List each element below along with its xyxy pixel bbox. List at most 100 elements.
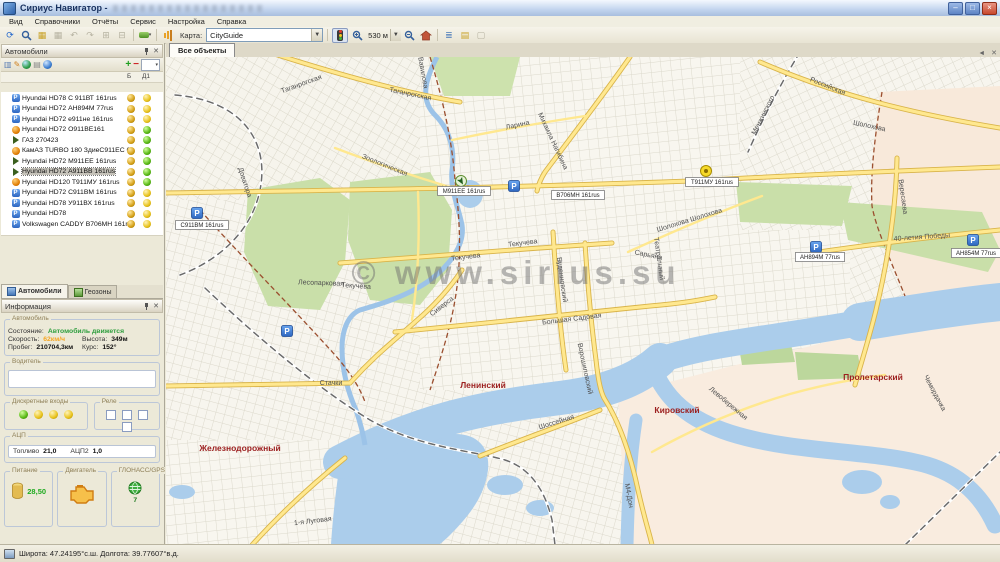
park-north (430, 57, 520, 96)
zoom-out-icon[interactable] (403, 29, 417, 42)
tab-close-icon[interactable]: ✕ (988, 49, 1000, 57)
speed-label: Скорость: (8, 336, 39, 343)
city-map[interactable]: ТаганрогскаяТаганрогскаяВавиловаЛаринаМи… (166, 57, 1000, 545)
window-title: Сириус Навигатор - (20, 3, 107, 13)
parking-marker[interactable]: P (282, 326, 293, 337)
menu-item[interactable]: Настройка (163, 17, 210, 26)
tab-scroll-left-icon[interactable]: ◄ (975, 50, 988, 57)
status-led (143, 105, 151, 113)
card-icon[interactable]: ▤ (33, 60, 41, 70)
chart-icon[interactable] (161, 29, 175, 42)
zoom-scale-select[interactable]: 530 м ▼ (366, 29, 401, 41)
sort-icon[interactable]: ▥ (4, 60, 12, 70)
vehicle-row[interactable]: PHyundai HD72 АН894М 77rus (1, 104, 163, 115)
remove-vehicle-button[interactable]: − (133, 59, 139, 70)
parked-icon: P (11, 220, 20, 229)
home-icon[interactable] (419, 29, 433, 42)
power-group: Питание 28,50 (4, 471, 53, 527)
traffic-light-toggle[interactable] (332, 28, 348, 43)
vehicle-plate-label[interactable]: Т911МУ 161rus (686, 178, 739, 187)
parking-marker[interactable]: P (968, 235, 979, 246)
vehicle-row[interactable]: ГАЗ 270423 (1, 135, 163, 146)
status-led (143, 178, 151, 186)
vehicles-panel-header: Автомобили ✕ (1, 44, 163, 58)
parked-icon: P (11, 209, 20, 218)
pin-icon[interactable] (142, 302, 150, 310)
parking-marker[interactable]: P (811, 242, 822, 253)
power-value: 28,50 (27, 487, 46, 496)
vehicle-label: Hyundai HD120 Т911МУ 161rus (22, 179, 120, 186)
map-tab-all-objects[interactable]: Все объекты (169, 43, 235, 57)
pin-icon[interactable] (142, 47, 150, 55)
vehicle-plate-label[interactable]: В706МН 161rus (552, 191, 605, 200)
vehicle-row[interactable]: PHyundai HD78 С 911ВТ 161rus (1, 93, 163, 104)
chevron-down-icon[interactable]: ▼ (390, 29, 401, 41)
relay-checkbox[interactable] (106, 410, 116, 420)
vehicle-row[interactable]: Hyundai HD72 О911ВЕ161 (1, 125, 163, 136)
title-redacted (113, 5, 263, 12)
svg-text:P: P (511, 182, 517, 191)
chevron-down-icon[interactable]: ▼ (311, 29, 322, 41)
vehicle-row[interactable]: PHyundai HD72 С911ВМ 161rus (1, 188, 163, 199)
battery-led (127, 210, 135, 218)
vehicle-row[interactable]: Hyundai HD120 Т911МУ 161rus (1, 177, 163, 188)
map-select[interactable]: CityGuide ▼ (206, 28, 323, 42)
notes-icon[interactable]: ▤ (458, 29, 472, 42)
idle-vehicle-marker[interactable] (701, 166, 712, 177)
globe2-icon[interactable] (43, 60, 52, 69)
edit-track-icon[interactable]: ▦ (35, 29, 49, 42)
maximize-button[interactable]: □ (965, 2, 980, 15)
vehicle-label: Hyundai HD78 (22, 210, 66, 217)
menu-item[interactable]: Сервис (125, 17, 161, 26)
close-panel-icon[interactable]: ✕ (153, 47, 159, 55)
sidebar: Автомобили ✕ ▥ ✎ ▤ + − ▾ Б Д1 PHyundai H… (0, 43, 165, 545)
tab-vehicles[interactable]: Автомобили (1, 284, 68, 298)
battery-led (127, 189, 135, 197)
battery-led (127, 105, 135, 113)
vehicle-row[interactable]: PVolkswagen CADDY В706МН 161rus (1, 219, 163, 230)
vehicle-label: Hyundai HD72 М911ЕЕ 161rus (22, 158, 116, 165)
fuel-value: 21,0 (43, 448, 56, 455)
vehicle-row[interactable]: PHyundai HD78 (1, 209, 163, 220)
minimize-button[interactable]: – (948, 2, 963, 15)
disabled-icon: ▢ (474, 29, 488, 42)
vehicle-row[interactable]: Hyundai HD72 М911ЕЕ 161rus (1, 156, 163, 167)
zoom-in-icon[interactable] (350, 29, 364, 42)
parking-marker[interactable]: P (509, 181, 520, 192)
refresh-icon[interactable]: ⟳ (3, 29, 17, 42)
menu-item[interactable]: Справочники (30, 17, 85, 26)
course-label: Курс: (82, 344, 98, 351)
vehicles-toolbar: ▥ ✎ ▤ + − ▾ (1, 58, 163, 72)
list-icon[interactable]: ≣ (442, 29, 456, 42)
relay-checkbox[interactable] (138, 410, 148, 420)
vehicle-row[interactable]: PHyundai HD72 е911не 161rus (1, 114, 163, 125)
menu-item[interactable]: Отчёты (87, 17, 123, 26)
tab-geozones[interactable]: Геозоны (68, 285, 118, 298)
status-led (143, 189, 151, 197)
vehicle-menu-icon[interactable]: ▾ (138, 29, 152, 42)
vehicle-label: Hyundai HD78 С 911ВТ 161rus (22, 95, 117, 102)
filter-dropdown[interactable]: ▾ (141, 59, 160, 71)
main-toolbar: ⟳ ▦ ▦ ↶ ↷ ⊞ ⊟ ▾ Карта: CityGuide ▼ 530 м… (0, 27, 1000, 44)
vehicle-plate-label[interactable]: АН894М 77rus (795, 253, 844, 262)
parking-marker[interactable]: P (192, 208, 203, 219)
relay-checkbox[interactable] (122, 422, 132, 432)
edit-icon[interactable]: ✎ (14, 60, 21, 70)
vehicle-row[interactable]: PHyundai HD78 У911ВХ 161rus (1, 198, 163, 209)
search-icon[interactable] (19, 29, 33, 42)
menu-item[interactable]: Справка (212, 17, 251, 26)
globe-icon[interactable] (22, 60, 31, 69)
menu-item[interactable]: Вид (4, 17, 28, 26)
discrete-input-led (64, 410, 73, 419)
vehicle-plate-label[interactable]: С911ВМ 161rus (176, 221, 229, 230)
vehicle-plate-label[interactable]: М911ЕЕ 161rus (438, 187, 491, 196)
vehicle-row[interactable]: Hyundai HD72 А911ВВ 161rus (1, 167, 163, 178)
add-vehicle-button[interactable]: + (125, 59, 131, 70)
vehicle-row[interactable]: КамАЗ TURBO 180 ЗдиеС911ЕС 61rus (1, 146, 163, 157)
close-panel-icon[interactable]: ✕ (153, 302, 159, 310)
vehicle-plate-label[interactable]: АН854М 77rus (951, 249, 1000, 258)
moving-vehicle-marker[interactable] (456, 176, 467, 187)
close-button[interactable]: × (982, 2, 997, 15)
relay-checkbox[interactable] (122, 410, 132, 420)
battery-led (127, 115, 135, 123)
